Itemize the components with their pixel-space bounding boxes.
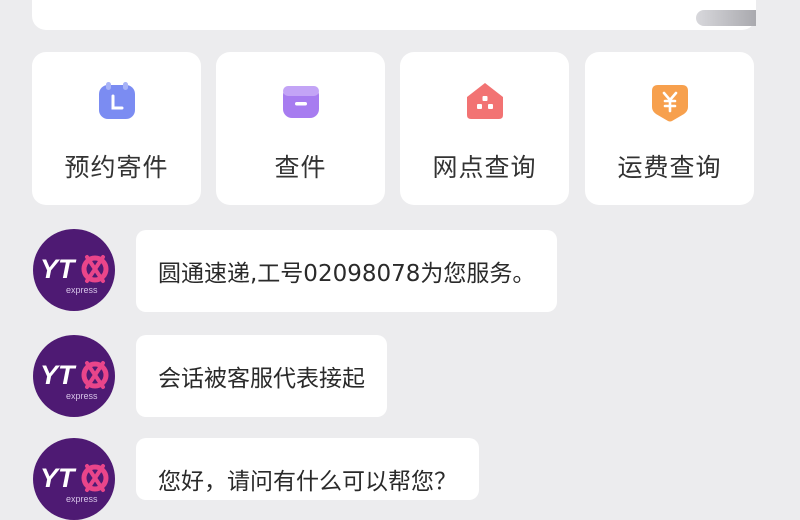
quick-action-outlet-search[interactable]: 网点查询 [400,52,569,205]
svg-text:YT: YT [40,360,77,390]
svg-text:YT: YT [40,254,77,284]
yuan-price-icon [648,81,692,123]
calendar-icon [95,81,139,123]
quick-action-track-package[interactable]: 查件 [216,52,385,205]
chat-message-text: 您好，请问有什么可以帮您？ [158,469,457,495]
svg-text:express: express [66,391,98,401]
chat-message-text: 会话被客服代表接起 [158,366,365,392]
svg-text:express: express [66,494,98,504]
quick-action-shipping-fee[interactable]: 运费查询 [585,52,754,205]
chat-message-bubble: 您好，请问有什么可以帮您？ [136,438,479,500]
quick-action-schedule-pickup[interactable]: 预约寄件 [32,52,201,205]
package-box-icon [279,81,323,123]
quick-action-label: 网点查询 [432,153,537,182]
quick-action-label: 运费查询 [617,153,722,182]
top-card [32,0,756,30]
chat-message-bubble: 圆通速递,工号02098078为您服务。 [136,230,558,312]
chat-message-text: 圆通速递,工号02098078为您服务。 [158,261,536,287]
store-location-icon [463,81,507,123]
svg-text:YT: YT [40,463,77,493]
quick-action-label: 查件 [274,153,327,182]
agent-avatar[interactable]: YT express [33,438,115,520]
agent-avatar[interactable]: YT express [33,229,115,311]
quick-action-label: 预约寄件 [64,153,169,182]
svg-text:express: express [66,285,98,295]
agent-avatar[interactable]: YT express [33,335,115,417]
chat-message-bubble: 会话被客服代表接起 [136,335,387,417]
top-card-handle [696,10,756,26]
